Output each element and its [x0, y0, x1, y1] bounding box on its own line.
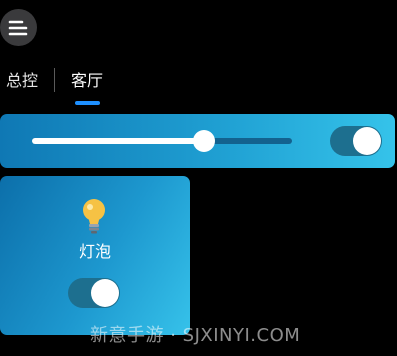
- tab-active-indicator: [75, 101, 100, 105]
- watermark: 新意手游 · SJXINYI.COM: [90, 325, 301, 346]
- brightness-slider[interactable]: [32, 138, 292, 144]
- tab-divider: [54, 68, 55, 92]
- toggle-knob: [353, 127, 381, 155]
- tab-master-control[interactable]: 总控: [6, 70, 38, 92]
- tab-living-room[interactable]: 客厅: [71, 70, 103, 92]
- menu-lines-icon: [8, 20, 28, 36]
- master-power-toggle[interactable]: [330, 126, 382, 156]
- light-bulb-icon: [83, 199, 105, 234]
- menu-button[interactable]: [0, 9, 37, 46]
- brightness-slider-thumb[interactable]: [193, 130, 215, 152]
- device-name: 灯泡: [78, 242, 111, 261]
- brightness-slider-fill: [32, 138, 204, 144]
- app-screen: 总控 客厅 灯泡 新意手游 · SJXINYI.COM: [0, 0, 397, 356]
- toggle-knob: [91, 279, 119, 307]
- device-power-toggle[interactable]: [68, 278, 120, 308]
